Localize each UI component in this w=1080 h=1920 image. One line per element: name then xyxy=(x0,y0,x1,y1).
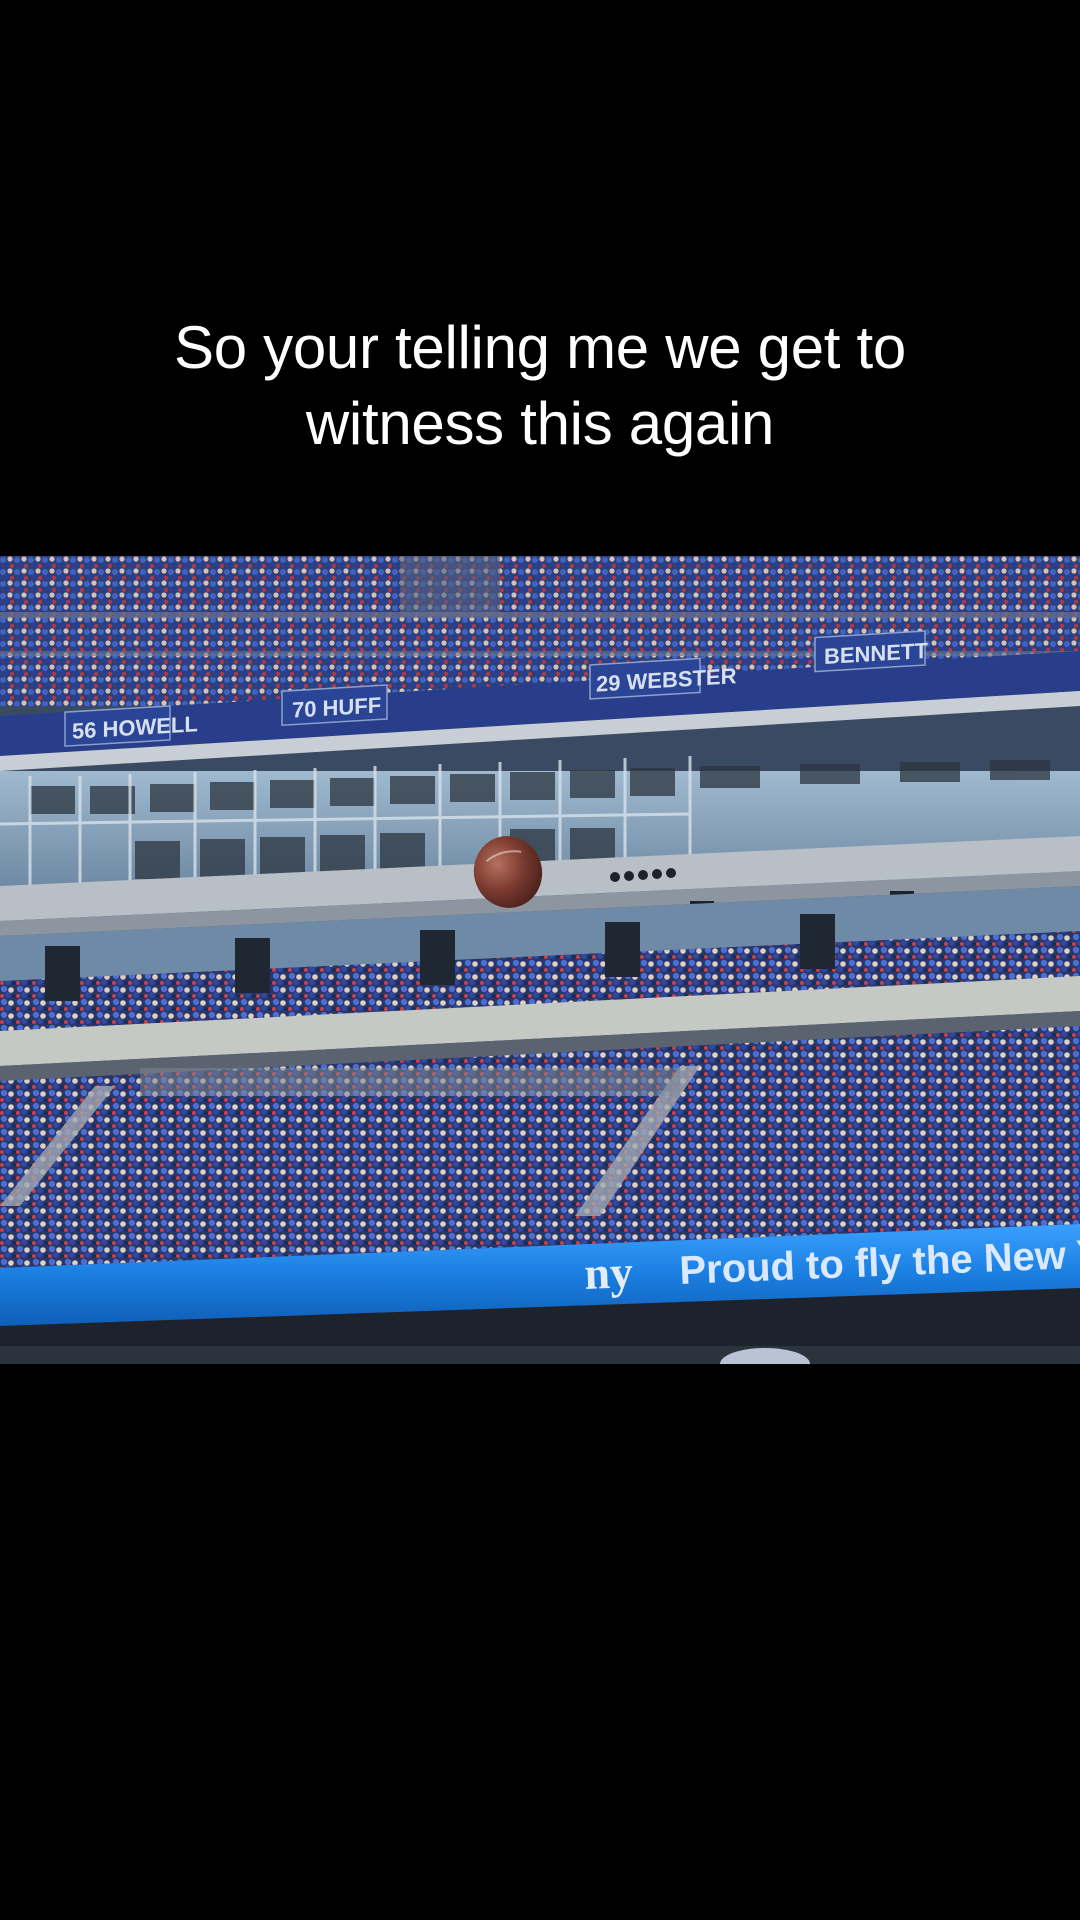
caption-line-1: So your telling me we get to xyxy=(174,314,906,381)
nameplate-huff: 70 HUFF xyxy=(292,692,381,722)
video-caption: So your telling me we get to witness thi… xyxy=(60,310,1020,462)
stadium-scene: 56 HOWELL 70 HUFF 29 WEBSTER BENNETT ny … xyxy=(0,556,1080,1364)
ny-logo-icon: ny xyxy=(583,1246,634,1299)
video-frame[interactable]: 56 HOWELL 70 HUFF 29 WEBSTER BENNETT ny … xyxy=(0,556,1080,1364)
caption-line-2: witness this again xyxy=(305,390,775,457)
